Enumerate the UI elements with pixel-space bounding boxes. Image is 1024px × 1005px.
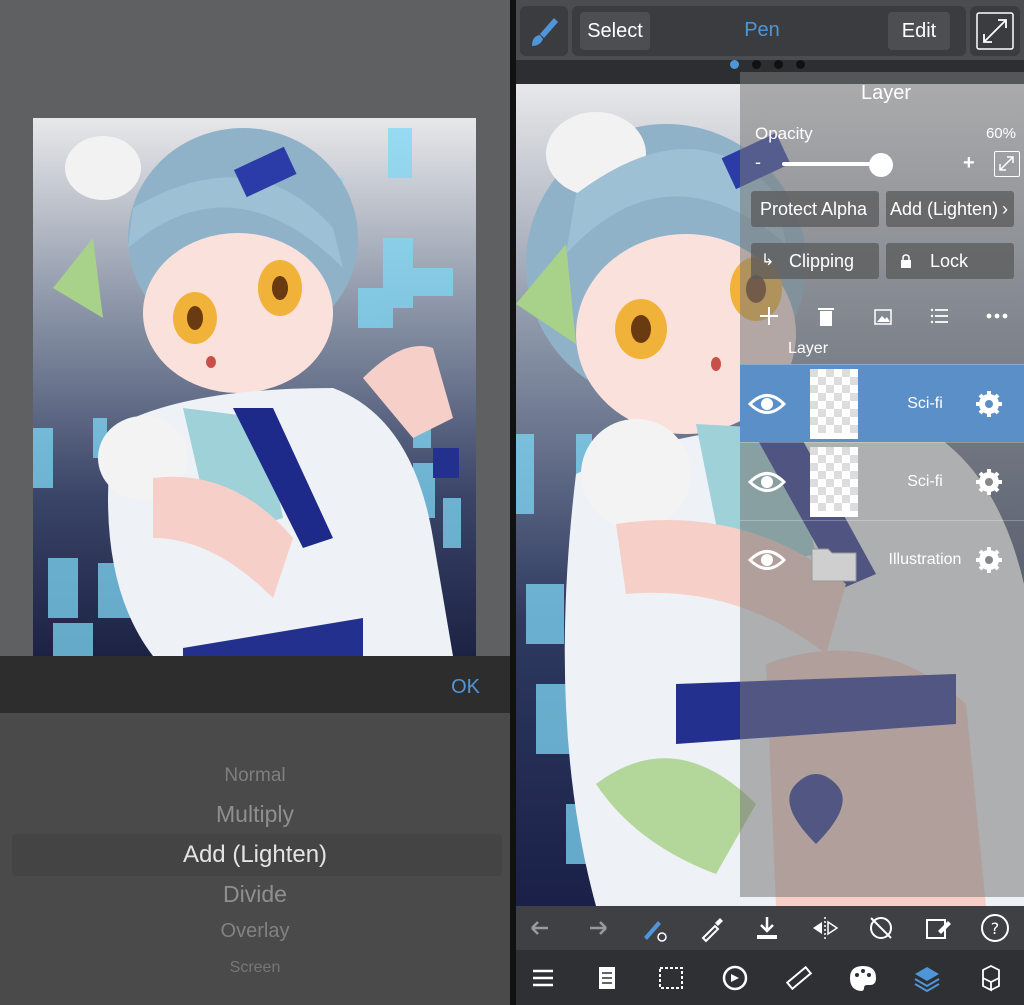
layer-row-sci-fi[interactable]: Sci-fi bbox=[740, 442, 1024, 520]
opacity-decrease-button[interactable]: - bbox=[755, 152, 761, 173]
page-dot[interactable] bbox=[752, 60, 761, 69]
ok-bar: OK bbox=[0, 656, 510, 713]
blend-mode-label: Add (Lighten) bbox=[890, 199, 999, 219]
clipping-icon: ↳ bbox=[761, 252, 775, 269]
undo-icon[interactable] bbox=[524, 911, 558, 945]
svg-text:?: ? bbox=[991, 919, 1000, 938]
blend-mode-picker-screen: OK Normal Multiply Add (Lighten) Divide … bbox=[0, 0, 510, 1005]
clipping-label: Clipping bbox=[789, 251, 855, 271]
eye-icon[interactable] bbox=[740, 521, 794, 599]
opacity-value: 60% bbox=[985, 125, 1016, 142]
blend-option-screen[interactable]: Screen bbox=[0, 959, 510, 977]
layer-section-label: Layer bbox=[788, 340, 829, 357]
mode-switcher: Select Pen Edit bbox=[572, 6, 966, 56]
blend-option-overlay[interactable]: Overlay bbox=[0, 920, 510, 943]
eye-icon[interactable] bbox=[740, 443, 794, 521]
ok-button[interactable]: OK bbox=[451, 676, 480, 699]
lock-button[interactable]: Lock bbox=[886, 243, 1014, 279]
layer-thumbnail bbox=[810, 447, 858, 517]
add-layer-icon[interactable] bbox=[755, 302, 783, 330]
selection-icon[interactable] bbox=[654, 961, 688, 995]
gear-icon[interactable] bbox=[974, 389, 1004, 419]
save-icon[interactable] bbox=[750, 911, 784, 945]
layer-name: Illustration bbox=[888, 551, 962, 568]
blend-option-multiply[interactable]: Multiply bbox=[0, 801, 510, 828]
delete-layer-icon[interactable] bbox=[812, 302, 840, 330]
layer-panel: Layer Opacity 60% - + Protect Alpha Add … bbox=[740, 72, 1024, 897]
layer-row-illustration[interactable]: Illustration bbox=[740, 520, 1024, 598]
expand-icon[interactable] bbox=[994, 151, 1020, 177]
pen-mode-button[interactable]: Pen bbox=[712, 19, 812, 42]
pages-icon[interactable] bbox=[590, 961, 624, 995]
ruler-icon[interactable] bbox=[782, 961, 816, 995]
lock-label: Lock bbox=[930, 251, 969, 271]
page-dot-active[interactable] bbox=[730, 60, 739, 69]
palette-icon[interactable] bbox=[846, 961, 880, 995]
bottom-nav-bar bbox=[516, 950, 1024, 1005]
layer-panel-title: Layer bbox=[860, 82, 912, 104]
top-toolbar: Select Pen Edit bbox=[516, 0, 1024, 60]
opacity-slider[interactable] bbox=[782, 162, 882, 166]
chevron-right-icon: › bbox=[1002, 199, 1008, 219]
opacity-label: Opacity bbox=[755, 124, 813, 143]
opacity-slider-knob[interactable] bbox=[869, 153, 893, 177]
eraser-icon[interactable] bbox=[920, 911, 954, 945]
fullscreen-icon bbox=[976, 12, 1014, 50]
gear-icon[interactable] bbox=[974, 545, 1004, 575]
blend-mode-button[interactable]: Add (Lighten) › bbox=[886, 191, 1014, 227]
more-icon[interactable] bbox=[983, 302, 1011, 330]
blend-option-divide[interactable]: Divide bbox=[0, 881, 510, 908]
layer-list-icon[interactable] bbox=[926, 302, 954, 330]
help-icon[interactable]: ? bbox=[978, 911, 1012, 945]
select-mode-button[interactable]: Select bbox=[580, 12, 650, 50]
transform-icon[interactable] bbox=[718, 961, 752, 995]
layers-icon[interactable] bbox=[910, 961, 944, 995]
redo-icon[interactable] bbox=[580, 911, 614, 945]
blend-mode-picker[interactable]: Normal Multiply Add (Lighten) Divide Ove… bbox=[0, 713, 510, 1005]
folder-icon bbox=[811, 548, 857, 582]
brush-button[interactable] bbox=[520, 6, 568, 56]
app-root: OK Normal Multiply Add (Lighten) Divide … bbox=[0, 0, 1024, 1005]
layer-name: Sci-fi bbox=[907, 395, 943, 412]
layer-name: Sci-fi bbox=[907, 473, 943, 490]
blend-option-normal[interactable]: Normal bbox=[0, 765, 510, 787]
layer-thumbnail bbox=[810, 369, 858, 439]
edit-mode-button[interactable]: Edit bbox=[888, 12, 950, 50]
eyedropper-icon[interactable] bbox=[694, 911, 728, 945]
layer-image-icon[interactable] bbox=[869, 302, 897, 330]
lock-icon bbox=[901, 254, 911, 268]
pen-swap-icon[interactable] bbox=[636, 911, 670, 945]
layer-row-sci-fi-selected[interactable]: Sci-fi bbox=[740, 364, 1024, 442]
page-dot[interactable] bbox=[774, 60, 783, 69]
brush-icon bbox=[532, 18, 558, 46]
opacity-increase-button[interactable]: + bbox=[963, 152, 975, 175]
gear-icon[interactable] bbox=[974, 467, 1004, 497]
page-dot[interactable] bbox=[796, 60, 805, 69]
materials-icon[interactable] bbox=[974, 961, 1008, 995]
menu-icon[interactable] bbox=[526, 961, 560, 995]
clipping-button[interactable]: ↳ Clipping bbox=[751, 243, 879, 279]
editor-screen: Select Pen Edit Layer Opacity 60% - + Pr… bbox=[516, 0, 1024, 1005]
eye-icon[interactable] bbox=[740, 365, 794, 443]
protect-alpha-button[interactable]: Protect Alpha bbox=[751, 191, 879, 227]
artwork-preview bbox=[33, 118, 476, 656]
flip-icon[interactable] bbox=[808, 911, 842, 945]
fullscreen-button[interactable] bbox=[970, 6, 1020, 56]
action-toolbar: ? bbox=[516, 906, 1024, 950]
blend-option-add-lighten[interactable]: Add (Lighten) bbox=[0, 841, 510, 869]
rotate-reset-icon[interactable] bbox=[864, 911, 898, 945]
